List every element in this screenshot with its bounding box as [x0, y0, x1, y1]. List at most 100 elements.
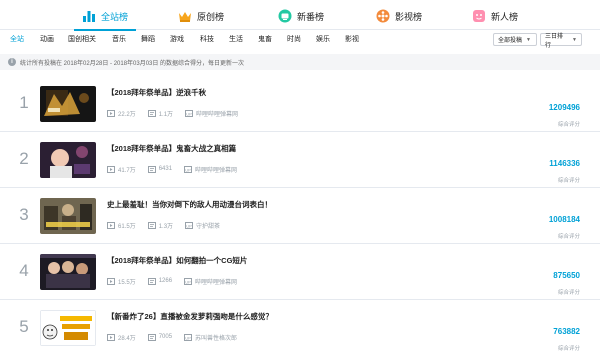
- uploader-name: 哔哩哔哩弹幕网: [196, 111, 239, 118]
- type-filter-select[interactable]: 全部投稿 ▼: [493, 33, 537, 46]
- category-kichiku[interactable]: 鬼畜: [258, 34, 272, 44]
- category-music[interactable]: 音乐: [112, 34, 126, 44]
- chevron-down-icon: ▼: [572, 36, 577, 43]
- category-guochuang[interactable]: 国创相关: [68, 34, 96, 44]
- video-thumbnail[interactable]: [40, 86, 96, 122]
- category-bar: 全站 动画 国创相关 音乐 舞蹈 游戏 科技 生活 鬼畜 时尚 娱乐 影视 全部…: [0, 30, 600, 50]
- category-entertainment[interactable]: 娱乐: [316, 34, 330, 44]
- score-value: 875650: [553, 271, 580, 280]
- video-thumbnail[interactable]: [40, 310, 96, 346]
- uploader-icon: UP: [185, 109, 194, 117]
- category-film[interactable]: 影视: [345, 34, 359, 44]
- video-title[interactable]: 【2018拜年祭单品】如何翻拍一个CG短片: [107, 255, 247, 266]
- uploader-link[interactable]: UP 哔哩哔哩弹幕网: [185, 109, 238, 118]
- danmaku-icon: [147, 109, 156, 117]
- category-fashion[interactable]: 时尚: [287, 34, 301, 44]
- category-life[interactable]: 生活: [229, 34, 243, 44]
- svg-text:UP: UP: [186, 223, 192, 228]
- crown-icon: [178, 9, 192, 23]
- uploader-link[interactable]: UP 哔哩哔哩弹幕网: [184, 165, 237, 174]
- chevron-down-icon: ▼: [526, 36, 531, 43]
- uploader-link[interactable]: UP 守护甜茶: [185, 221, 220, 230]
- uploader-link[interactable]: UP 苏叫兽性格次郎: [184, 333, 237, 342]
- score-label: 综合评分: [557, 122, 580, 128]
- range-filter-select[interactable]: 三日排行 ▼: [540, 33, 582, 49]
- play-count: 41.7万: [118, 167, 136, 174]
- video-title[interactable]: 【2018拜年祭单品】逆浪千秋: [107, 87, 206, 98]
- rank-number: 4: [19, 261, 29, 280]
- video-meta: 61.5万 1.3万 UP 守护甜茶: [107, 220, 232, 230]
- video-title[interactable]: 史上最羞耻！当你对倒下的敌人用动漫台词表白！: [107, 199, 272, 210]
- danmaku-count: 7005: [158, 334, 173, 340]
- video-thumbnail[interactable]: [40, 254, 96, 290]
- danmaku-icon: [147, 165, 156, 173]
- tab-label: 新人榜: [491, 11, 519, 22]
- svg-text:UP: UP: [185, 167, 191, 172]
- film-reel-icon: [376, 9, 390, 23]
- danmaku-icon: [147, 333, 156, 341]
- play-count-icon: [107, 333, 115, 341]
- score-label: 综合评分: [557, 290, 580, 296]
- video-title[interactable]: 【新番炸了26】直播被金发萝莉强吻是什么感觉？: [107, 311, 273, 322]
- score-label: 综合评分: [557, 178, 580, 184]
- tab-label: 影视榜: [395, 11, 423, 22]
- uploader-icon: UP: [184, 333, 193, 341]
- type-filter-value: 全部投稿: [498, 38, 523, 44]
- list-item: 4 【2018拜年祭单品】如何翻拍一个CG短片 15.5万 1266 UP 哔哩哔…: [0, 244, 600, 300]
- video-meta: 28.4万 7005 UP 苏叫兽性格次郎: [107, 332, 249, 342]
- video-meta: 41.7万 6431 UP 哔哩哔哩弹幕网: [107, 164, 249, 174]
- play-count: 61.5万: [118, 223, 136, 230]
- category-dance[interactable]: 舞蹈: [141, 34, 155, 44]
- play-count-icon: [107, 109, 115, 117]
- danmaku-icon: [147, 221, 156, 229]
- score-value: 1008184: [548, 215, 580, 224]
- bar-chart-icon: [82, 9, 96, 23]
- tab-newcomer-ranking[interactable]: 新人榜: [472, 6, 518, 26]
- info-icon: i: [8, 58, 16, 66]
- tab-label: 新番榜: [297, 11, 325, 22]
- rank-number: 1: [19, 93, 29, 112]
- uploader-name: 守护甜茶: [196, 223, 221, 230]
- uploader-link[interactable]: UP 哔哩哔哩弹幕网: [184, 277, 237, 286]
- category-tech[interactable]: 科技: [200, 34, 214, 44]
- play-count-icon: [107, 277, 115, 285]
- svg-text:UP: UP: [186, 111, 192, 116]
- category-animation[interactable]: 动画: [40, 34, 54, 44]
- score-value: 763882: [553, 327, 580, 336]
- rank-number: 5: [19, 317, 29, 336]
- face-icon: [472, 9, 486, 23]
- list-item: 2 【2018拜年祭单品】鬼畜大战之真相篇 41.7万 6431 UP 哔哩哔哩弹…: [0, 132, 600, 188]
- score-value: 1209496: [548, 103, 580, 112]
- uploader-name: 苏叫兽性格次郎: [195, 335, 238, 342]
- danmaku-count: 1266: [158, 278, 173, 284]
- category-game[interactable]: 游戏: [170, 34, 184, 44]
- rank-number: 3: [19, 205, 29, 224]
- tab-site-ranking[interactable]: 全站榜: [73, 6, 137, 31]
- ranking-tabs: 全站榜 原创榜 新番榜 影视榜 新人榜: [0, 0, 600, 31]
- danmaku-count: 1.1万: [158, 111, 174, 118]
- video-thumbnail[interactable]: [40, 142, 96, 178]
- play-count: 15.5万: [118, 279, 136, 286]
- video-thumbnail[interactable]: [40, 198, 96, 234]
- tab-original-ranking[interactable]: 原创榜: [178, 6, 224, 26]
- tv-icon: [278, 9, 292, 23]
- video-meta: 15.5万 1266 UP 哔哩哔哩弹幕网: [107, 276, 249, 286]
- play-count-icon: [107, 165, 115, 173]
- play-count-icon: [107, 221, 115, 229]
- range-filter-value: 三日排行: [545, 33, 564, 49]
- uploader-icon: UP: [184, 277, 193, 285]
- list-item: 1 【2018拜年祭单品】逆浪千秋 22.2万 1.1万 UP 哔哩哔哩弹幕网 1…: [0, 76, 600, 132]
- uploader-name: 哔哩哔哩弹幕网: [195, 279, 238, 286]
- stats-info-text: 统计所有投稿在 2018年02月28日 - 2018年03月03日 的数据综合得…: [20, 60, 245, 67]
- play-count: 22.2万: [118, 111, 136, 118]
- list-item: 5 【新番炸了26】直播被金发萝莉强吻是什么感觉？ 28.4万 7005 UP 苏…: [0, 300, 600, 358]
- tab-new-anime-ranking[interactable]: 新番榜: [278, 6, 324, 26]
- category-all[interactable]: 全站: [10, 34, 24, 44]
- score-label: 综合评分: [557, 346, 580, 352]
- tab-label: 全站榜: [101, 11, 129, 22]
- uploader-name: 哔哩哔哩弹幕网: [195, 167, 238, 174]
- score-value: 1146336: [549, 159, 580, 168]
- video-title[interactable]: 【2018拜年祭单品】鬼畜大战之真相篇: [107, 143, 236, 154]
- rank-number: 2: [19, 149, 29, 168]
- tab-film-ranking[interactable]: 影视榜: [376, 6, 422, 26]
